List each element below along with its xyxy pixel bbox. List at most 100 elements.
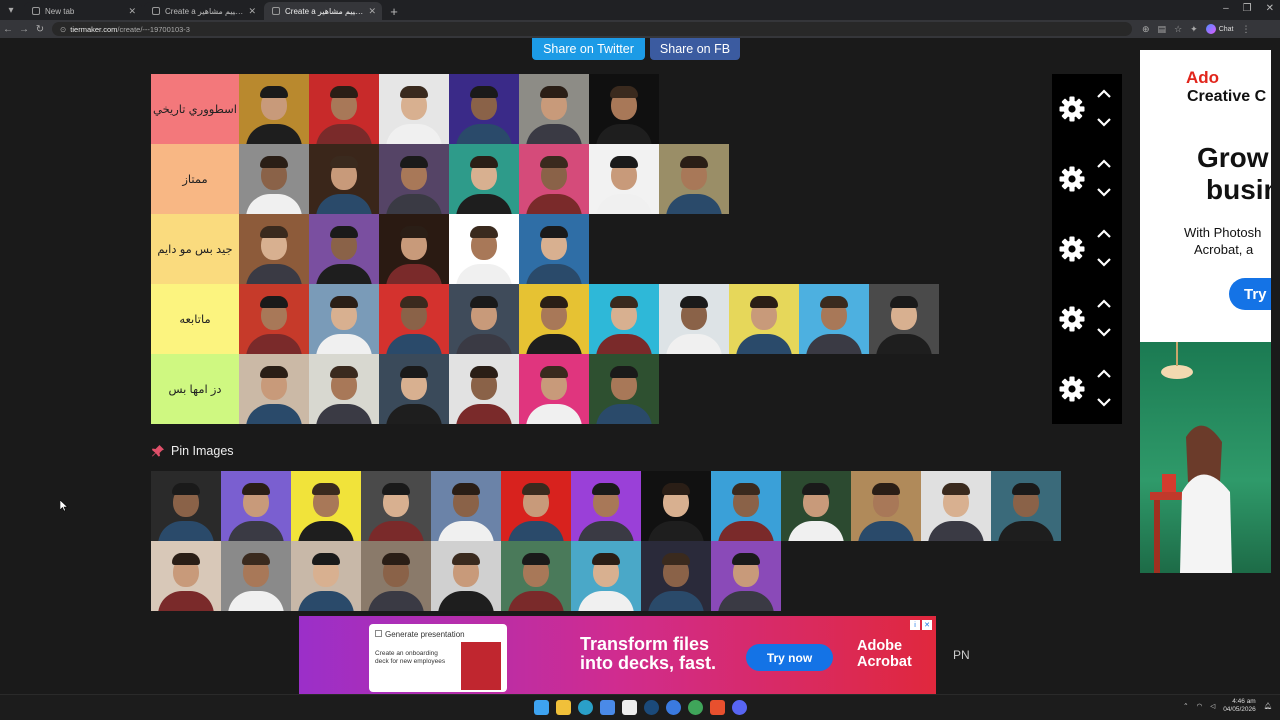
chevron-up-icon[interactable] [1095,368,1113,380]
pin-image[interactable] [291,471,361,541]
app-icon[interactable] [666,700,681,715]
tier-item-image[interactable] [239,74,309,144]
edge-icon[interactable] [578,700,593,715]
menu-icon[interactable]: ⋮ [1241,24,1250,35]
tier-item-image[interactable] [449,144,519,214]
side-advertisement[interactable]: Ado Creative C Grow busin With Photosh A… [1140,50,1271,573]
chevron-up-icon[interactable] [1095,158,1113,170]
pin-image[interactable] [711,471,781,541]
tier-item-image[interactable] [449,284,519,354]
tier-item-image[interactable] [449,354,519,424]
discord-icon[interactable] [732,700,747,715]
tab-tiermaker-1[interactable]: Create a تقييم مشاهير Tier List - Ti ✕ [144,2,262,20]
gear-icon[interactable] [1059,96,1085,122]
chevron-down-icon[interactable] [1095,186,1113,198]
ad-try-button[interactable]: Try [1229,278,1271,310]
tier-item-image[interactable] [309,354,379,424]
tier-item-image[interactable] [239,214,309,284]
pin-image[interactable] [431,471,501,541]
tier-item-image[interactable] [519,284,589,354]
pin-image[interactable] [151,471,221,541]
tier-item-image[interactable] [309,144,379,214]
tier-label[interactable]: ممتاز [151,144,239,214]
pin-image[interactable] [641,471,711,541]
tier-items-dropzone[interactable] [239,74,1052,144]
start-icon[interactable] [534,700,549,715]
ad-info-icon[interactable]: i [910,620,920,630]
pin-image[interactable] [361,471,431,541]
forward-icon[interactable]: → [16,21,32,37]
tab-close-icon[interactable]: ✕ [248,6,256,17]
pin-image[interactable] [711,541,781,611]
gear-icon[interactable] [1059,306,1085,332]
gear-icon[interactable] [1059,376,1085,402]
tier-items-dropzone[interactable] [239,144,1052,214]
tier-item-image[interactable] [589,284,659,354]
tier-item-image[interactable] [519,214,589,284]
pin-image[interactable] [361,541,431,611]
tier-items-dropzone[interactable] [239,214,1052,284]
tier-item-image[interactable] [309,214,379,284]
extensions-icon[interactable]: ✦ [1190,24,1198,35]
share-twitter-button[interactable]: Share on Twitter [532,38,645,60]
pin-image[interactable] [151,541,221,611]
steam-icon[interactable] [644,700,659,715]
tier-item-image[interactable] [379,144,449,214]
chrome-icon[interactable] [688,700,703,715]
tier-item-image[interactable] [309,74,379,144]
chevron-down-icon[interactable] [1095,116,1113,128]
tier-label[interactable]: اسطووري تاريخي [151,74,239,144]
pin-image[interactable] [571,541,641,611]
tier-item-image[interactable] [659,284,729,354]
tier-items-dropzone[interactable] [239,284,1052,354]
tier-label[interactable]: ماتابعه [151,284,239,354]
zoom-icon[interactable]: ⊕ [1142,24,1150,35]
tier-item-image[interactable] [449,214,519,284]
tier-item-image[interactable] [589,74,659,144]
file-explorer-icon[interactable] [556,700,571,715]
site-info-icon[interactable]: ⊙ [60,25,66,34]
pin-image[interactable] [641,541,711,611]
notifications-icon[interactable]: 🔔︎ [1264,702,1272,710]
pin-image[interactable] [921,471,991,541]
tray-chevron-icon[interactable]: ⌃ [1183,702,1188,710]
tier-item-image[interactable] [519,354,589,424]
ad-try-now-button[interactable]: Try now [746,644,833,671]
pin-image[interactable] [501,471,571,541]
chevron-up-icon[interactable] [1095,298,1113,310]
tier-item-image[interactable] [729,284,799,354]
maximize-icon[interactable]: ❐ [1243,3,1252,14]
pin-image[interactable] [781,471,851,541]
pin-image[interactable] [571,471,641,541]
minimize-icon[interactable]: – [1223,3,1229,14]
tier-label[interactable]: جيد بس مو دايم [151,214,239,284]
tier-item-image[interactable] [799,284,869,354]
ad-close-icon[interactable]: ✕ [922,620,932,630]
share-fb-button[interactable]: Share on FB [650,38,740,60]
tier-item-image[interactable] [589,354,659,424]
ad-choices[interactable]: i ✕ [910,620,932,630]
tier-item-image[interactable] [239,144,309,214]
tier-item-image[interactable] [519,144,589,214]
tier-item-image[interactable] [239,354,309,424]
tier-item-image[interactable] [519,74,589,144]
chat-button[interactable]: Chat [1205,24,1233,34]
bookmark-icon[interactable]: ☆ [1174,24,1182,35]
tier-label[interactable]: دز امها بس [151,354,239,424]
back-icon[interactable]: ← [0,21,16,37]
pin-image[interactable] [501,541,571,611]
pin-image[interactable] [431,541,501,611]
tab-tiermaker-active[interactable]: Create a تقييم مشاهير Tier List - Ti ✕ [264,2,382,20]
tier-item-image[interactable] [449,74,519,144]
pin-image[interactable] [221,541,291,611]
tab-menu-button[interactable]: ▾ [0,0,22,20]
tier-item-image[interactable] [379,74,449,144]
tab-close-icon[interactable]: ✕ [128,6,136,17]
chevron-down-icon[interactable] [1095,256,1113,268]
pin-image[interactable] [221,471,291,541]
chevron-down-icon[interactable] [1095,326,1113,338]
reload-icon[interactable]: ↻ [32,21,48,37]
bottom-advertisement[interactable]: Generate presentation Create an onboardi… [299,616,936,694]
pin-image[interactable] [291,541,361,611]
tier-item-image[interactable] [379,284,449,354]
